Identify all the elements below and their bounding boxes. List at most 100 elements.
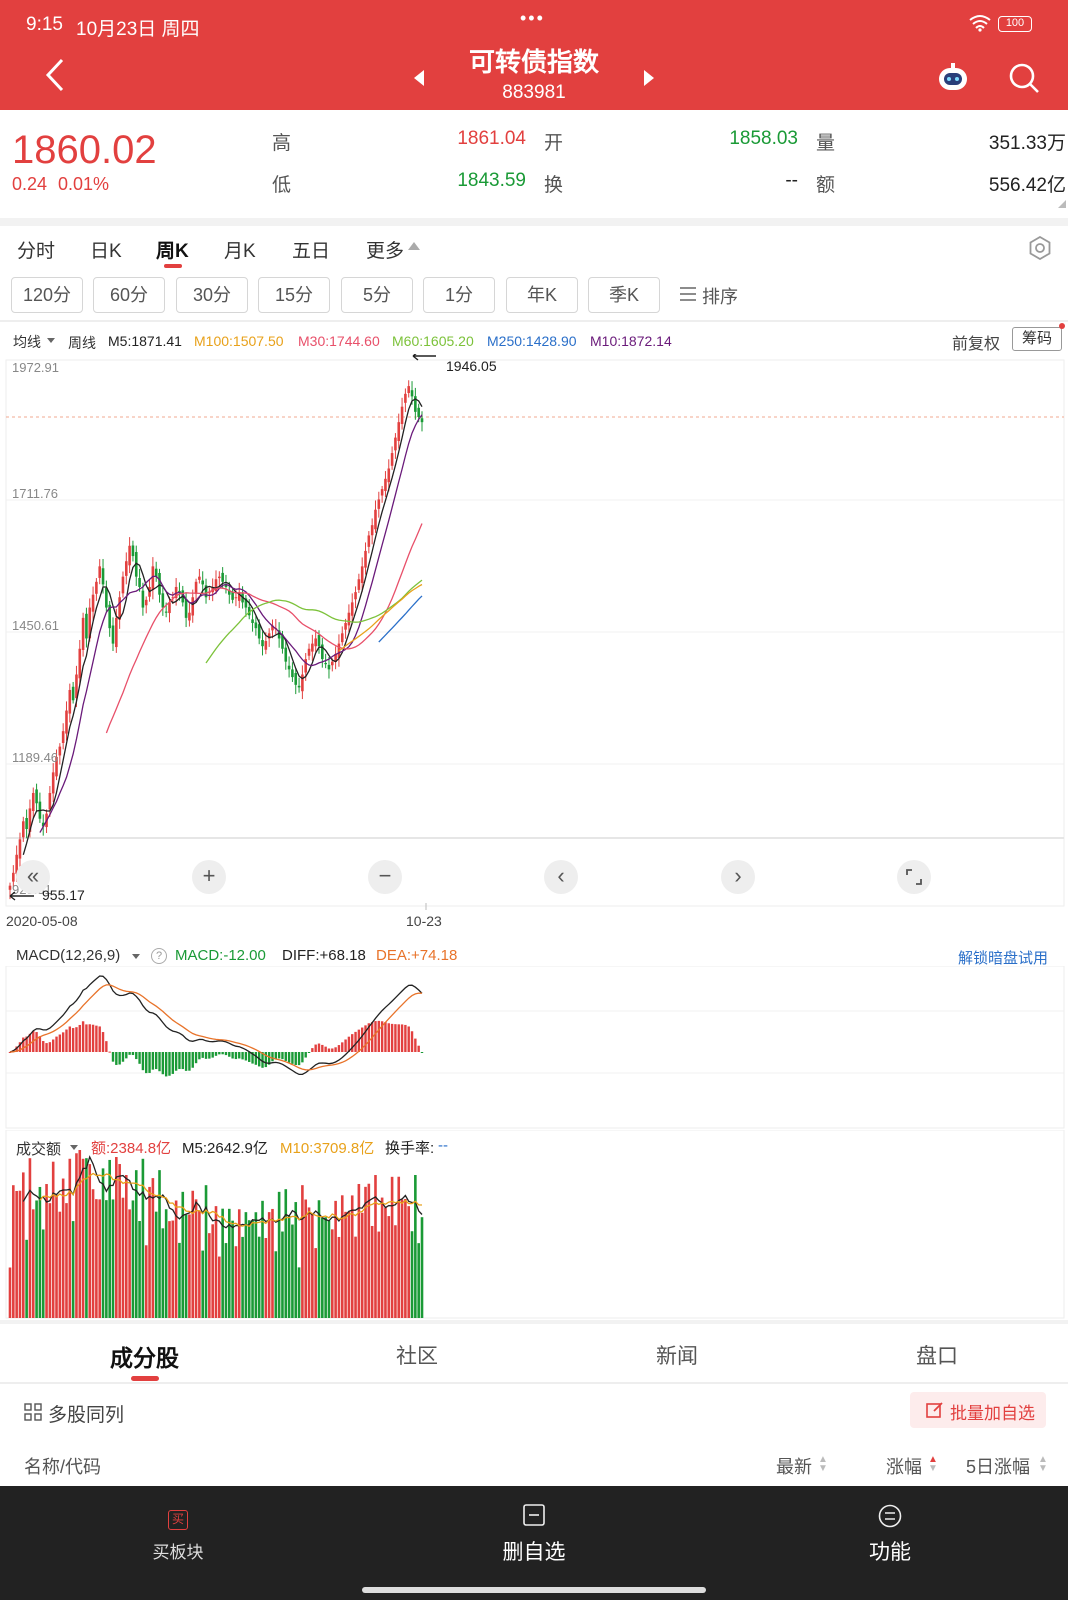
tab-day-k[interactable]: 日K xyxy=(90,236,122,263)
candle-body xyxy=(420,418,424,423)
volume-bar xyxy=(294,1202,298,1318)
bottom-action-bar: 买 买板块 删自选 功能 xyxy=(0,1486,1068,1600)
fullscreen-button[interactable] xyxy=(897,860,931,894)
fuquan-toggle[interactable]: 前复权 xyxy=(952,330,1000,354)
period-1min-button[interactable]: 1分 xyxy=(423,277,495,313)
candle-body xyxy=(128,545,131,566)
column-change[interactable]: 涨幅 xyxy=(886,1453,922,1479)
tab-news[interactable]: 新闻 xyxy=(656,1340,698,1370)
column-5day-change[interactable]: 5日涨幅 xyxy=(966,1453,1030,1479)
tab-month-k[interactable]: 月K xyxy=(224,236,256,263)
macd-bar xyxy=(241,1052,244,1060)
edit-icon xyxy=(926,1402,943,1418)
macd-bar xyxy=(154,1052,158,1070)
volume-bar xyxy=(367,1183,371,1318)
period-120min-button[interactable]: 120分 xyxy=(11,277,83,313)
period-year-k-button[interactable]: 年K xyxy=(506,277,578,313)
macd-bar xyxy=(287,1052,291,1063)
tab-constituents-indicator xyxy=(131,1376,159,1381)
period-15min-button[interactable]: 15分 xyxy=(258,277,330,313)
volume-bar xyxy=(184,1214,188,1318)
column-latest[interactable]: 最新 xyxy=(776,1453,812,1479)
tab-constituents[interactable]: 成分股 xyxy=(110,1339,179,1373)
batch-add-watchlist-button[interactable]: 批量加自选 xyxy=(910,1392,1046,1428)
macd-bar xyxy=(108,1051,111,1053)
robot-icon[interactable] xyxy=(936,62,970,97)
unlock-trial-link[interactable]: 解锁暗盘试用 xyxy=(958,947,1048,968)
zoom-in-button[interactable]: + xyxy=(192,860,226,894)
period-5min-button[interactable]: 5分 xyxy=(341,277,413,313)
candle-body xyxy=(291,669,294,678)
volume-bar xyxy=(247,1220,251,1318)
volume-bar xyxy=(417,1243,420,1318)
more-dots-icon[interactable]: ••• xyxy=(520,8,545,29)
macd-bar xyxy=(65,1029,68,1052)
volume-bar xyxy=(21,1172,25,1318)
macd-bar xyxy=(211,1052,214,1058)
candle-body xyxy=(410,390,414,397)
macd-bar xyxy=(161,1052,165,1075)
kline-chart[interactable]: 1972.91 1711.76 1450.61 1189.46 928.31 1… xyxy=(0,354,1068,910)
settings-icon[interactable] xyxy=(1028,235,1052,265)
ma10-line xyxy=(39,414,423,833)
volume-bars xyxy=(8,1150,424,1318)
macd-bar xyxy=(188,1052,191,1071)
zoom-out-button[interactable]: − xyxy=(368,860,402,894)
macd-bar xyxy=(164,1052,168,1077)
tab-five-day[interactable]: 五日 xyxy=(292,236,330,263)
expand-corner-icon[interactable] xyxy=(1058,200,1066,208)
back-icon[interactable] xyxy=(44,58,66,97)
search-icon[interactable] xyxy=(1008,62,1040,99)
ma-selector[interactable]: 均线 xyxy=(13,332,41,352)
chouma-button[interactable]: 筹码 xyxy=(1012,327,1062,351)
macd-bar xyxy=(201,1052,204,1058)
candle-body xyxy=(307,648,311,656)
volume-bar xyxy=(327,1220,331,1318)
volume-bar xyxy=(181,1191,185,1318)
candle-body xyxy=(377,499,381,509)
macd-bar xyxy=(68,1026,72,1052)
next-arrow-icon[interactable] xyxy=(644,70,654,86)
period-30min-button[interactable]: 30分 xyxy=(176,277,248,313)
candle-body xyxy=(264,641,268,650)
macd-bar xyxy=(341,1042,344,1052)
prev-arrow-icon[interactable] xyxy=(414,70,424,86)
tab-order-book[interactable]: 盘口 xyxy=(916,1340,958,1370)
macd-selector[interactable]: MACD(12,26,9) xyxy=(16,947,120,964)
tab-fenshi[interactable]: 分时 xyxy=(17,236,55,263)
help-icon[interactable]: ? xyxy=(151,948,167,964)
candle-body xyxy=(360,566,364,583)
candle-body xyxy=(138,577,141,587)
candle-body xyxy=(317,634,321,647)
tab-more[interactable]: 更多 xyxy=(366,236,404,263)
multi-stock-view-button[interactable]: 多股同列 xyxy=(48,1400,124,1427)
volume-bar xyxy=(138,1221,141,1318)
candle-body xyxy=(85,613,88,639)
tab-community[interactable]: 社区 xyxy=(396,1340,438,1370)
volume-bar xyxy=(178,1242,181,1318)
tab-week-k[interactable]: 周K xyxy=(156,236,189,263)
period-60min-button[interactable]: 60分 xyxy=(93,277,165,313)
remove-watchlist-label: 删自选 xyxy=(502,1541,566,1564)
candle-body xyxy=(344,623,347,630)
function-label: 功能 xyxy=(869,1541,911,1564)
candle-body xyxy=(144,599,148,606)
sort-icon[interactable] xyxy=(680,287,696,306)
batch-add-label: 批量加自选 xyxy=(950,1404,1035,1423)
macd-bar xyxy=(61,1032,65,1052)
candle-body xyxy=(78,648,82,679)
volume-bar xyxy=(224,1243,228,1318)
rewind-button[interactable]: « xyxy=(16,860,50,894)
price-axis-label: 1711.76 xyxy=(12,486,58,501)
scroll-left-button[interactable]: ‹ xyxy=(544,860,578,894)
period-season-k-button[interactable]: 季K xyxy=(588,277,660,313)
macd-bar xyxy=(410,1031,414,1052)
scroll-right-button[interactable]: › xyxy=(721,860,755,894)
volume-bar xyxy=(15,1190,18,1318)
macd-bar xyxy=(271,1052,274,1062)
macd-bar xyxy=(81,1021,85,1052)
app-header: 9:15 10月23日 周四 ••• 100 可转债指数 883981 xyxy=(0,0,1068,110)
sort-latest-icon: ▲ ▼ xyxy=(818,1454,828,1474)
candle-body xyxy=(198,576,201,580)
sort-button[interactable]: 排序 xyxy=(702,283,738,309)
